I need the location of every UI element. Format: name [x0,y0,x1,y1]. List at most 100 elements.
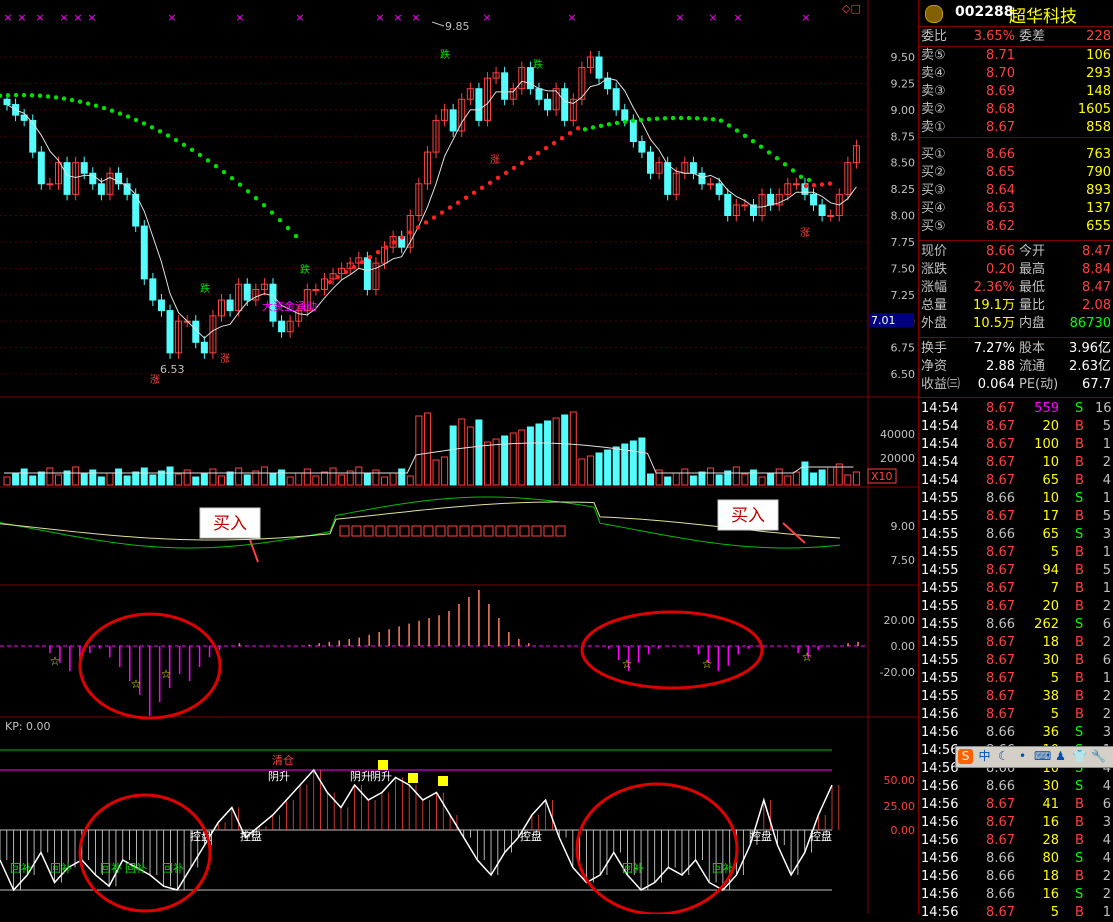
bid-volume: 137 [1086,201,1111,216]
sar-dot [391,240,397,245]
sogou-icon[interactable]: S [958,749,973,764]
candle-body [664,162,672,195]
stat-value: 86730 [1069,316,1111,331]
buy-panel-box [351,525,362,537]
tick-row: 14:56 8.66 36 S 3 [919,724,1113,742]
ask-label: 卖④ [921,66,946,81]
sar-dot [559,135,565,141]
sar-dot [575,126,581,131]
candle-body [3,98,11,106]
buy-panel-box [507,525,518,537]
zh-icon[interactable]: 中 [977,749,992,764]
ime-toolbar[interactable]: S 中 ☾ • ⌨ ♟ 👕 🔧 [955,746,1113,768]
volume-bar [278,469,286,486]
tick-price: 8.66 [986,725,1015,740]
tick-count: 6 [1102,653,1111,668]
sar-dot [551,140,557,146]
buy-panel-box [447,525,458,537]
volume-bar [209,468,217,486]
buy-panel-box [387,525,398,537]
tick-count: 3 [1102,527,1111,542]
stat-label: 今开 [1019,244,1046,259]
candle-body [535,88,543,100]
bid-label: 买② [921,165,946,180]
volume-tick-label: 40000 [880,428,915,441]
weicha-value: 228 [1086,29,1111,44]
volume-bar [398,468,406,486]
tick-side: B [1075,689,1084,704]
candle-body [792,183,800,186]
sar-dot [277,217,283,223]
tick-time: 14:54 [921,455,959,470]
stat-label: 收益㈢ [921,377,961,392]
keyboard-icon[interactable]: ⌨ [1034,749,1051,764]
volume-bar [672,472,680,486]
tick-row: 14:55 8.67 30 B 6 [919,652,1113,670]
ask-row: 卖② 8.68 1605 [919,101,1113,119]
tick-price: 8.67 [986,563,1015,578]
low-price-label: 6.53 [160,363,185,376]
candle-body [200,341,208,354]
sar-dot [811,183,817,188]
tick-row: 14:55 8.66 262 S 6 [919,616,1113,634]
tick-price: 8.67 [986,833,1015,848]
moon-icon[interactable]: ☾ [996,749,1011,764]
sar-dot [197,152,203,158]
stat-value: 2.63亿 [1069,359,1111,374]
tick-side: S [1075,491,1084,506]
tick-volume: 262 [1034,617,1059,632]
stat-label: 换手 [921,341,948,356]
cross-mark: × [733,11,742,24]
tick-count: 1 [1102,905,1111,920]
dot-icon[interactable]: • [1015,749,1030,764]
cross-mark: × [375,11,384,24]
sar-dot [213,163,219,169]
kp-tick-label: 0.00 [891,824,916,837]
tick-side: B [1075,707,1084,722]
stat-value: 8.47 [1082,244,1111,259]
sar-dot [293,233,299,239]
volume-bar [183,469,191,486]
volume-bar [320,471,328,486]
tick-price: 8.67 [986,671,1015,686]
tick-price: 8.67 [986,599,1015,614]
user-icon[interactable]: ♟ [1053,749,1068,764]
price-tick-label: 8.25 [891,183,916,196]
wrench-icon[interactable]: 🔧 [1091,749,1106,764]
tick-time: 14:56 [921,905,959,920]
ask-volume: 1605 [1077,102,1111,117]
stat-row: 换手 7.27% 股本 3.96亿 [919,340,1113,358]
tick-row: 14:56 8.66 80 S 4 [919,850,1113,868]
cross-mark: × [482,11,491,24]
volume-bar [569,411,577,486]
sar-dot [69,97,75,103]
tick-time: 14:55 [921,509,959,524]
highlight-circle [580,610,764,690]
tick-volume: 5 [1050,707,1059,722]
bid-label: 买⑤ [921,219,946,234]
stat-value: 67.7 [1082,377,1111,392]
volume-bar [732,466,740,486]
tick-count: 3 [1102,725,1111,740]
shirt-icon[interactable]: 👕 [1072,749,1087,764]
volume-bar [612,446,620,486]
kline-chart-area[interactable]: 9.50 9.25 9.00 8.75 8.50 8.25 8.00 7.75 7.50 7.25… [0,0,918,914]
tick-side: B [1075,671,1084,686]
volume-bar [406,475,414,486]
candle-body [818,204,826,217]
volume-bar [260,466,268,486]
sar-dot [503,170,509,176]
sar-dot [133,117,139,123]
stock-code: 002288 [955,4,1014,20]
volume-bar [647,473,655,486]
highlight-circle [78,793,212,913]
volume-bar [827,466,835,486]
tick-time: 14:54 [921,437,959,452]
candle-body [501,72,509,100]
volume-bar [269,473,277,486]
sar-dot [463,195,469,200]
tick-volume: 38 [1042,689,1059,704]
volume-bar [355,466,363,486]
high-price-label: 9.85 [445,20,470,33]
tick-side: S [1075,779,1084,794]
